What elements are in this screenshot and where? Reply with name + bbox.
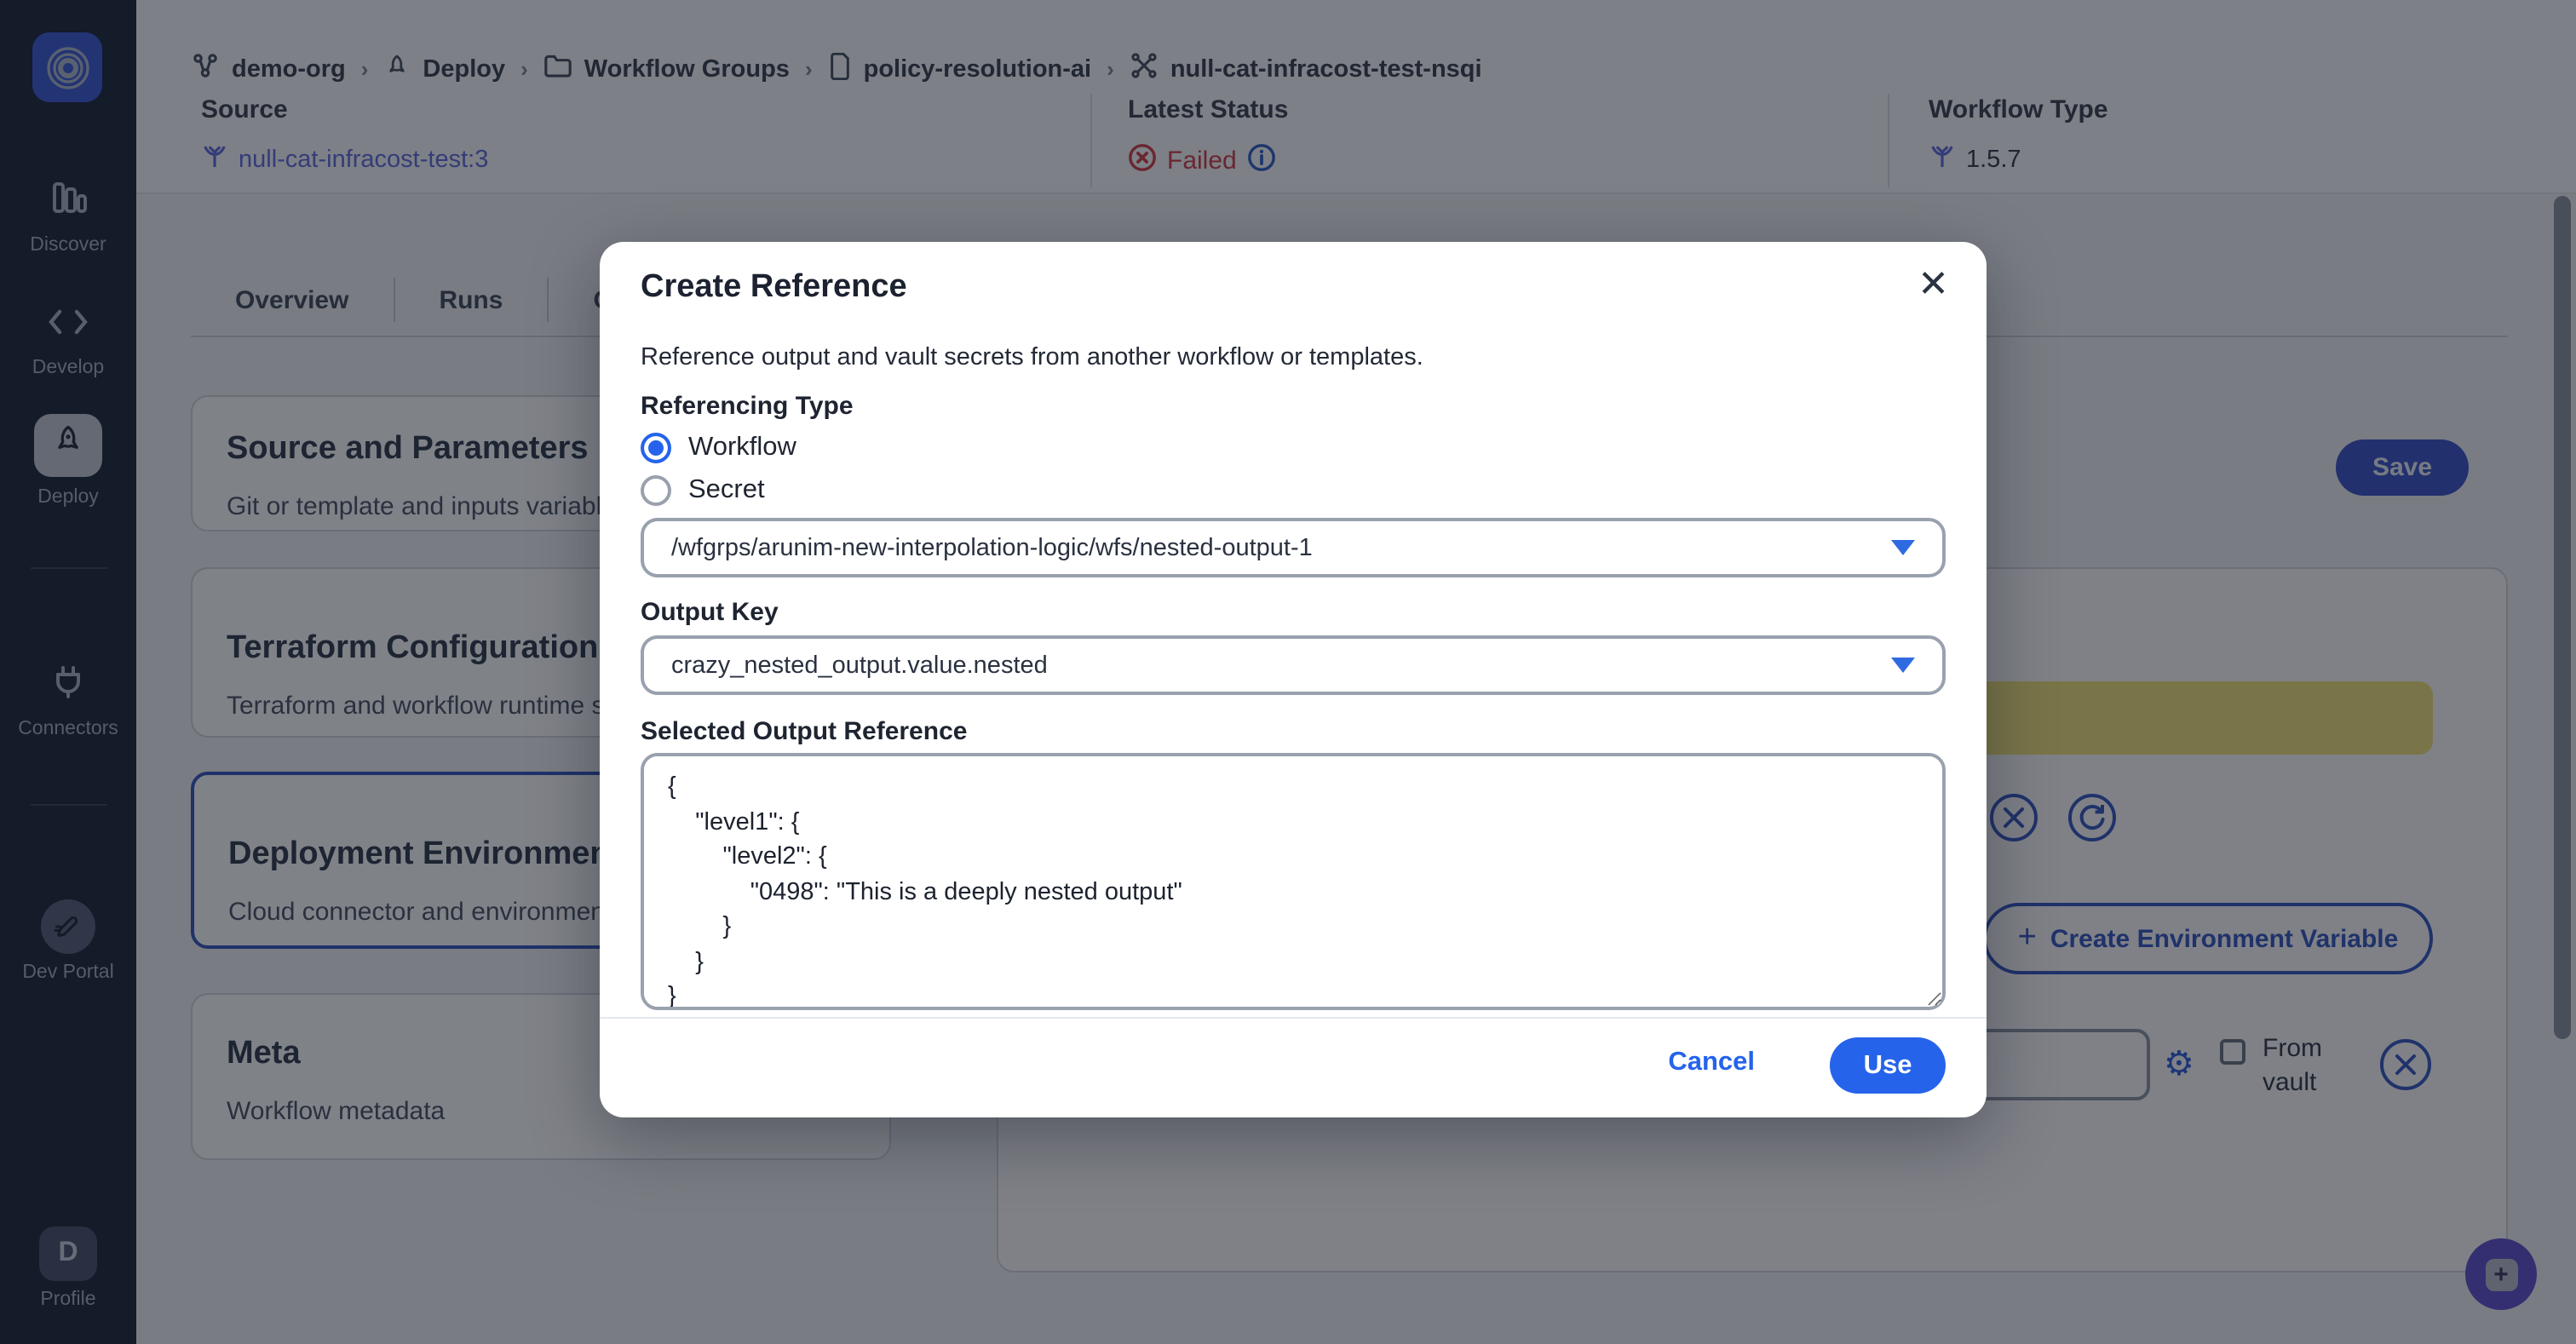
chevron-down-icon [1891,658,1915,673]
use-button[interactable]: Use [1830,1037,1946,1094]
modal-subtitle: Reference output and vault secrets from … [641,344,1423,371]
selected-output-reference-label: Selected Output Reference [641,717,967,746]
radio-secret[interactable]: Secret [641,475,765,506]
radio-unselected-icon [641,475,671,506]
modal-title: Create Reference [641,269,907,307]
cancel-button[interactable]: Cancel [1668,1048,1755,1078]
radio-selected-icon [641,433,671,463]
workflow-reference-select[interactable]: /wfgrps/arunim-new-interpolation-logic/w… [641,518,1946,577]
radio-workflow[interactable]: Workflow [641,433,796,463]
modal-footer: Cancel Use [600,1017,1987,1117]
chevron-down-icon [1891,540,1915,555]
referencing-type-label: Referencing Type [641,392,854,421]
output-key-select[interactable]: crazy_nested_output.value.nested [641,635,1946,695]
create-reference-modal: Create Reference ✕ Reference output and … [600,242,1987,1117]
close-icon[interactable]: ✕ [1918,266,1949,303]
screen: Discover Develop Deploy Connectors [0,0,2576,1344]
selected-output-reference-textarea[interactable]: { "level1": { "level2": { "0498": "This … [641,753,1946,1010]
output-key-label: Output Key [641,598,779,627]
